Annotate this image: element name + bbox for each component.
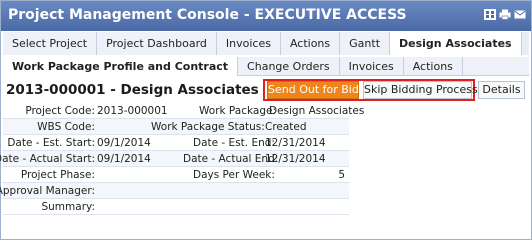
field-label: Date - Actual Start: [0, 153, 95, 165]
title-icons [484, 9, 526, 20]
field-value: Created [265, 121, 307, 133]
work-package-details: Project Code: 2013-000001 Work Package: … [0, 103, 364, 215]
send-out-for-bid-button[interactable]: Send Out for Bid [267, 81, 359, 99]
detail-row: Date - Est. Start: 09/1/2014 Date - Est.… [3, 135, 349, 151]
tab-sub-actions[interactable]: Actions [404, 57, 463, 76]
mail-icon[interactable] [514, 9, 526, 20]
field-label: WBS Code: [37, 121, 95, 133]
field-label: Days Per Week: [193, 169, 275, 181]
primary-tab-bar: Select Project Project Dashboard Invoice… [3, 32, 529, 55]
tab-design-associates[interactable]: Design Associates [390, 32, 522, 55]
tab-sub-invoices[interactable]: Invoices [340, 57, 404, 76]
field-value: 2013-000001 [97, 105, 168, 117]
detail-row: Date - Actual Start: 09/1/2014 Date - Ac… [0, 151, 349, 167]
field-label: Date - Actual End: [183, 153, 279, 165]
field-value: 09/1/2014 [97, 153, 151, 165]
field-label: Project Code: [25, 105, 95, 117]
tab-change-orders[interactable]: Change Orders [238, 57, 340, 76]
field-label: Project Phase: [20, 169, 95, 181]
field-value: 12/31/2014 [265, 153, 326, 165]
field-label: Approval Manager: [0, 185, 95, 197]
details-button[interactable]: Details [478, 81, 525, 99]
field-label: Date - Est. End: [193, 137, 275, 149]
tab-work-package-profile[interactable]: Work Package Profile and Contract [3, 57, 239, 76]
grid-icon[interactable] [484, 9, 496, 20]
field-label: Work Package Status: [151, 121, 265, 133]
print-icon[interactable] [499, 9, 511, 20]
field-value: 5 [338, 169, 345, 181]
tab-invoices[interactable]: Invoices [216, 32, 281, 55]
detail-row: Project Code: 2013-000001 Work Package: … [3, 103, 364, 119]
page-title: 2013-000001 - Design Associates [6, 82, 259, 98]
detail-row: Project Phase: Days Per Week: 5 [3, 167, 349, 183]
tab-gantt[interactable]: Gantt [340, 32, 391, 55]
skip-bidding-button[interactable]: Skip Bidding Process [363, 81, 478, 99]
window-title: Project Management Console - EXECUTIVE A… [8, 7, 407, 23]
console-window: Project Management Console - EXECUTIVE A… [0, 0, 532, 240]
field-value: 09/1/2014 [97, 137, 151, 149]
field-value: Design Associates [269, 105, 365, 117]
detail-row: Approval Manager: [0, 183, 349, 199]
detail-row: WBS Code: Work Package Status: Created [3, 119, 349, 135]
field-label: Work Package: [199, 105, 276, 117]
tab-actions[interactable]: Actions [280, 32, 341, 55]
title-bar: Project Management Console - EXECUTIVE A… [1, 1, 531, 31]
tab-select-project[interactable]: Select Project [3, 32, 98, 55]
field-value: 12/31/2014 [265, 137, 326, 149]
secondary-tab-bar: Work Package Profile and Contract Change… [3, 57, 529, 76]
detail-row: Summary: [3, 199, 349, 215]
tab-project-dashboard[interactable]: Project Dashboard [97, 32, 217, 55]
field-label: Date - Est. Start: [7, 137, 95, 149]
field-label: Summary: [41, 201, 95, 213]
